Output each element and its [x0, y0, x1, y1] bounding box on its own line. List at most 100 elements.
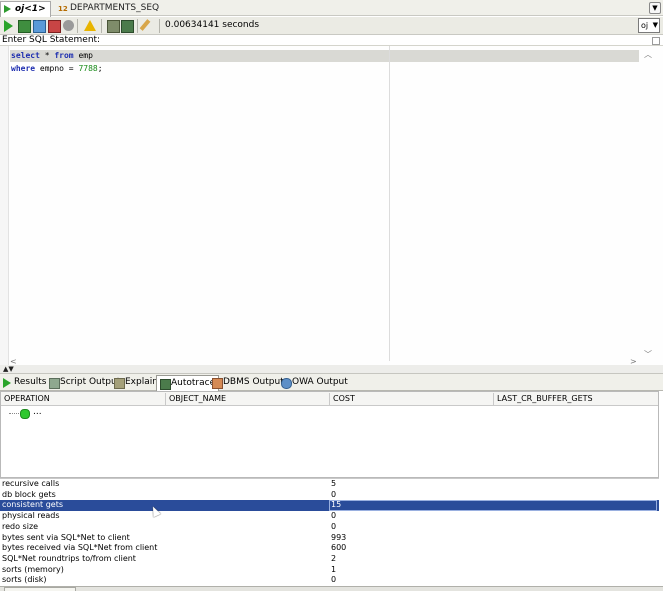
tab-explain[interactable]: Explain — [111, 375, 161, 391]
plan-node-icon — [20, 409, 30, 419]
keyword: select — [11, 51, 40, 60]
toolbar-separator — [159, 19, 160, 33]
sql-statement-label: Enter SQL Statement: — [2, 35, 101, 45]
code-text: ; — [97, 64, 103, 73]
toolbar-separator — [101, 19, 102, 33]
script-icon — [49, 378, 60, 389]
bottom-status-strip — [0, 586, 663, 591]
autotrace-statistics-table: recursive calls 5 db block gets 0 consiste… — [0, 478, 659, 586]
tab-label: Results — [14, 377, 47, 387]
code-line[interactable]: where empno = 7788; — [11, 64, 103, 73]
stat-name: bytes received via SQL*Net from client — [2, 543, 158, 552]
owa-output-icon — [281, 378, 292, 389]
stat-name: sorts (memory) — [2, 565, 64, 574]
current-line-highlight — [10, 50, 639, 62]
explain-plan-icon[interactable] — [107, 20, 120, 33]
plan-table-header: OPERATION OBJECT_NAME COST LAST_CR_BUFFE… — [1, 392, 658, 406]
selected-cell — [329, 500, 657, 511]
column-header-last-cr-buffer-gets[interactable]: LAST_CR_BUFFER_GETS — [494, 393, 658, 405]
document-tab-bar: oj<1> 12 DEPARTMENTS_SEQ ▼ — [0, 0, 663, 17]
chevron-down-icon: ▼ — [652, 21, 658, 29]
editor-right-margin — [389, 46, 390, 361]
stat-value: 993 — [331, 533, 347, 542]
table-row[interactable]: redo size 0 — [0, 522, 659, 533]
explain-icon — [114, 378, 125, 389]
sequence-icon: 12 — [58, 5, 68, 13]
table-row[interactable]: physical reads 0 — [0, 511, 659, 522]
panel-splitter[interactable]: ▲▼ — [0, 365, 663, 373]
scroll-up-icon[interactable]: ︿ — [644, 49, 652, 60]
tab-label: DEPARTMENTS_SEQ — [70, 3, 160, 13]
stat-value: 15 — [331, 500, 342, 509]
tab-departments-seq[interactable]: 12 DEPARTMENTS_SEQ — [56, 1, 163, 16]
stat-name: sorts (disk) — [2, 575, 47, 584]
stat-name: consistent gets — [2, 500, 64, 509]
chevron-down-icon: ▼ — [652, 4, 658, 12]
tab-label: DBMS Output — [223, 377, 284, 387]
commit-icon[interactable] — [33, 20, 46, 33]
stat-value: 0 — [331, 522, 337, 531]
sql-editor[interactable]: select * from emp where empno = 7788; ︿ … — [0, 45, 663, 366]
tab-owa-output[interactable]: OWA Output — [278, 375, 351, 391]
autotrace-plan-table: OPERATION OBJECT_NAME COST LAST_CR_BUFFE… — [0, 391, 659, 478]
warning-icon[interactable] — [84, 20, 96, 31]
toolbar-separator — [77, 19, 78, 33]
stat-value: 600 — [331, 543, 347, 552]
tab-label: oj<1> — [15, 4, 46, 14]
column-header-object-name[interactable]: OBJECT_NAME — [166, 393, 330, 405]
table-row[interactable]: sorts (disk) 0 — [0, 575, 659, 586]
stat-value: 0 — [331, 511, 337, 520]
rollback-icon[interactable] — [48, 20, 61, 33]
stat-value: 2 — [331, 554, 337, 563]
editor-vertical-scrollbar[interactable]: ︿ ﹀ — [640, 46, 657, 366]
code-line[interactable]: select * from emp — [11, 51, 93, 60]
tab-results[interactable]: Results — [0, 375, 50, 391]
toolbar-separator — [137, 19, 138, 33]
tab-label: Explain — [125, 377, 158, 387]
column-header-cost[interactable]: COST — [330, 393, 494, 405]
worksheet-toolbar: 0.00634141 seconds oj ▼ — [0, 17, 663, 35]
code-text: emp — [73, 51, 93, 60]
plan-operation: ... — [33, 407, 42, 417]
elapsed-time: 0.00634141 seconds — [165, 20, 260, 30]
stat-value: 0 — [331, 490, 337, 499]
code-text: empno = — [35, 64, 79, 73]
bottom-panel-tab[interactable] — [4, 587, 76, 591]
tree-connector — [9, 413, 19, 415]
cancel-icon[interactable] — [63, 20, 74, 31]
table-row[interactable]: recursive calls 5 — [0, 479, 659, 490]
results-tab-bar: Results Script Output Explain Autotrace … — [0, 373, 663, 392]
keyword: from — [54, 51, 74, 60]
scroll-down-icon[interactable]: ﹀ — [644, 349, 652, 360]
clear-eraser-icon[interactable] — [139, 19, 151, 31]
column-header-operation[interactable]: OPERATION — [1, 393, 166, 405]
stat-name: bytes sent via SQL*Net to client — [2, 533, 130, 542]
table-row-selected[interactable]: consistent gets 15 — [0, 500, 659, 511]
table-row[interactable]: SQL*Net roundtrips to/from client 2 — [0, 554, 659, 565]
number-literal: 7788 — [78, 64, 98, 73]
tab-list-dropdown[interactable]: ▼ — [649, 2, 661, 14]
dbms-output-icon — [212, 378, 223, 389]
autotrace-icon[interactable] — [121, 20, 134, 33]
run-script-icon[interactable] — [18, 20, 31, 33]
tab-label: OWA Output — [292, 377, 348, 387]
stat-value: 1 — [331, 565, 337, 574]
stat-name: physical reads — [2, 511, 60, 520]
stat-name: SQL*Net roundtrips to/from client — [2, 554, 136, 563]
stat-value: 5 — [331, 479, 337, 488]
stat-name: db block gets — [2, 490, 56, 499]
keyword: where — [11, 64, 36, 73]
worksheet-icon — [4, 5, 11, 13]
editor-gutter — [0, 46, 9, 366]
table-row[interactable]: bytes received via SQL*Net from client 60… — [0, 543, 659, 554]
tab-dbms-output[interactable]: DBMS Output — [209, 375, 287, 391]
splitter-arrows-icon[interactable]: ▲▼ — [3, 365, 14, 373]
maximize-box[interactable] — [652, 37, 660, 45]
autotrace-icon — [160, 379, 171, 390]
run-statement-icon[interactable] — [4, 20, 13, 32]
connection-name: oj — [641, 21, 649, 30]
run-icon — [3, 378, 11, 388]
tab-worksheet-oj[interactable]: oj<1> — [0, 1, 51, 17]
connection-select[interactable]: oj ▼ — [638, 18, 660, 33]
stat-value: 0 — [331, 575, 337, 584]
